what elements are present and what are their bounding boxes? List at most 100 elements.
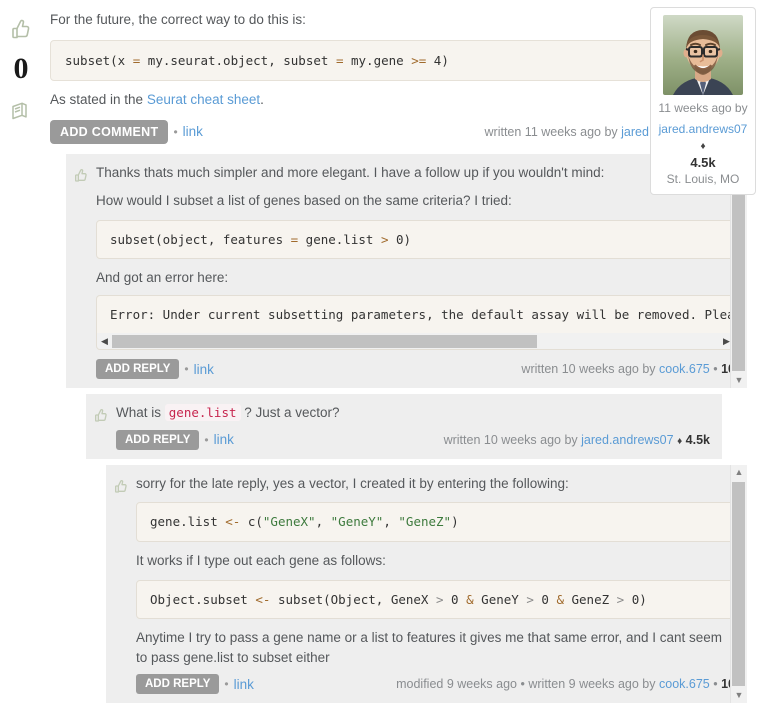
code-text: , (383, 514, 399, 530)
comment-body: What is gene.list ? Just a vector? ADD R… (116, 394, 722, 459)
comment-author-link[interactable]: jared.andrews07 (581, 433, 673, 447)
comment-error-code-block: Error: Under current subsetting paramete… (96, 294, 735, 334)
code-operator: > (436, 591, 444, 607)
vote-count: 0 (13, 52, 29, 85)
separator-dot: • (184, 362, 189, 377)
code-text: , (315, 514, 331, 530)
comment-vote-column (86, 394, 116, 459)
comment-permalink[interactable]: link (234, 677, 254, 692)
author-card-time: 11 weeks ago by (658, 101, 748, 115)
code-text: my.seurat.object, subset (140, 52, 336, 68)
inline-code-gene-list: gene.list (164, 404, 241, 422)
comment-author-reputation: 4.5k (685, 432, 710, 447)
add-reply-button[interactable]: ADD REPLY (136, 674, 220, 695)
footer-suffix: . (260, 92, 264, 108)
code-string: "GeneY" (330, 514, 384, 530)
thumbs-up-icon[interactable] (93, 408, 109, 424)
scrollbar-track[interactable] (112, 334, 719, 349)
code-text: 0 (443, 591, 467, 607)
scroll-left-arrow-icon[interactable]: ◀ (97, 336, 112, 346)
scrollbar-thumb[interactable] (731, 481, 745, 687)
answer-block: 0 For the future, the correct way to do … (0, 0, 764, 196)
comment-author-link[interactable]: cook.675 (659, 677, 710, 691)
scroll-down-arrow-icon[interactable]: ▼ (735, 688, 744, 703)
footer-prefix: As stated in the (50, 92, 147, 108)
code-text: GeneY (473, 591, 527, 607)
comment-permalink[interactable]: link (214, 432, 234, 447)
meta-prefix: written 10 weeks ago by (443, 432, 582, 447)
code-text: 0) (624, 591, 647, 607)
seurat-cheat-sheet-link[interactable]: Seurat cheat sheet (147, 92, 260, 107)
comment-level-1: ▲ ▼ Thanks thats much simpler and more e… (66, 153, 748, 389)
code-text: ) (451, 514, 459, 530)
meta-prefix: written 11 weeks ago by (484, 124, 622, 139)
code-horizontal-scrollbar[interactable]: ◀ ▶ (96, 333, 735, 351)
comment-permalink[interactable]: link (194, 362, 214, 377)
meta-prefix: written 10 weeks ago by (521, 362, 659, 377)
thumbs-up-icon[interactable] (9, 18, 33, 42)
author-card-reputation: 4.5k (690, 154, 716, 170)
separator-dot: • (713, 362, 718, 377)
code-text: Object.subset (150, 591, 256, 607)
text-before-inline-code: What is (116, 405, 165, 421)
code-operator: >= (411, 52, 427, 68)
comment-code-block-1: gene.list <- c("GeneX", "GeneY", "GeneZ"… (136, 502, 735, 542)
comment-paragraph: How would I subset a list of genes based… (96, 193, 512, 209)
comment-paragraph: It works if I type out each gene as foll… (136, 552, 386, 568)
answer-footer-text: As stated in the Seurat cheat sheet. (50, 90, 750, 110)
meta-modified: modified 9 weeks ago (396, 677, 521, 692)
comment-author-link[interactable]: cook.675 (659, 362, 710, 376)
code-operator: > (526, 591, 534, 607)
code-operator: & (556, 591, 564, 607)
code-text: my.gene (343, 52, 412, 68)
code-text: subset(object, features (110, 231, 291, 247)
answer-code-block: subset(x = my.seurat.object, subset = my… (50, 39, 750, 82)
answer-permalink[interactable]: link (183, 124, 203, 139)
add-reply-button[interactable]: ADD REPLY (96, 359, 180, 380)
scrollbar-thumb[interactable] (112, 334, 537, 348)
thumbs-up-icon[interactable] (73, 168, 89, 184)
code-string: "GeneX" (262, 514, 316, 530)
scroll-up-arrow-icon[interactable]: ▲ (735, 465, 744, 480)
separator-dot: • (173, 124, 178, 139)
separator-dot: • (204, 432, 209, 447)
add-reply-button[interactable]: ADD REPLY (116, 429, 200, 450)
comment-paragraph: What is gene.list ? Just a vector? (116, 403, 710, 423)
comment-body: sorry for the late reply, yes a vector, … (136, 465, 747, 703)
comment-paragraph: Thanks thats much simpler and more elega… (96, 164, 605, 180)
code-text: gene.list (298, 231, 381, 247)
author-card-username-link[interactable]: jared.andrews07 (659, 122, 748, 136)
author-card-location: St. Louis, MO (666, 172, 740, 187)
comment-actions: ADD REPLY • link modified 9 weeks ago • … (136, 674, 735, 695)
scrollbar-track[interactable] (731, 480, 748, 688)
comment-paragraph: sorry for the late reply, yes a vector, … (136, 475, 569, 491)
code-operator: <- (225, 514, 241, 530)
comment-code-block: subset(object, features = gene.list > 0) (96, 219, 735, 260)
comment-vote-column (106, 465, 136, 703)
vote-column: 0 (0, 0, 42, 154)
answer-intro-text: For the future, the correct way to do th… (50, 12, 306, 27)
code-text: 0) (388, 231, 412, 247)
comment-level-2: What is gene.list ? Just a vector? ADD R… (86, 394, 722, 459)
add-comment-button[interactable]: ADD COMMENT (50, 119, 169, 144)
comment-meta: written 10 weeks ago by jared.andrews07 … (444, 433, 710, 447)
scrollbar-track[interactable] (731, 169, 748, 374)
meta-prefix: written 9 weeks ago by (524, 677, 659, 692)
comment-paragraph: Anytime I try to pass a gene name or a l… (136, 630, 723, 665)
code-operator: <- (255, 591, 271, 607)
separator-dot: • (224, 677, 229, 692)
comment-mid-text: And got an error here: (96, 270, 229, 286)
comment-meta: modified 9 weeks ago • written 9 weeks a… (396, 677, 735, 691)
thumbs-up-icon[interactable] (113, 479, 129, 495)
code-operator: & (466, 591, 474, 607)
book-bookmark-icon[interactable] (9, 100, 33, 124)
comment-vertical-scrollbar[interactable]: ▲ ▼ (730, 464, 748, 704)
code-text: 4) (426, 52, 449, 68)
comment-actions: ADD REPLY • link written 10 weeks ago by… (116, 429, 710, 450)
comment-actions: ADD REPLY • link written 10 weeks ago by… (96, 359, 735, 380)
reputation-diamond-icon: ♦ (677, 435, 683, 447)
avatar (663, 15, 743, 95)
text-after-inline-code: ? Just a vector? (240, 405, 340, 421)
scrollbar-thumb[interactable] (731, 170, 745, 372)
scroll-down-arrow-icon[interactable]: ▼ (735, 373, 744, 388)
